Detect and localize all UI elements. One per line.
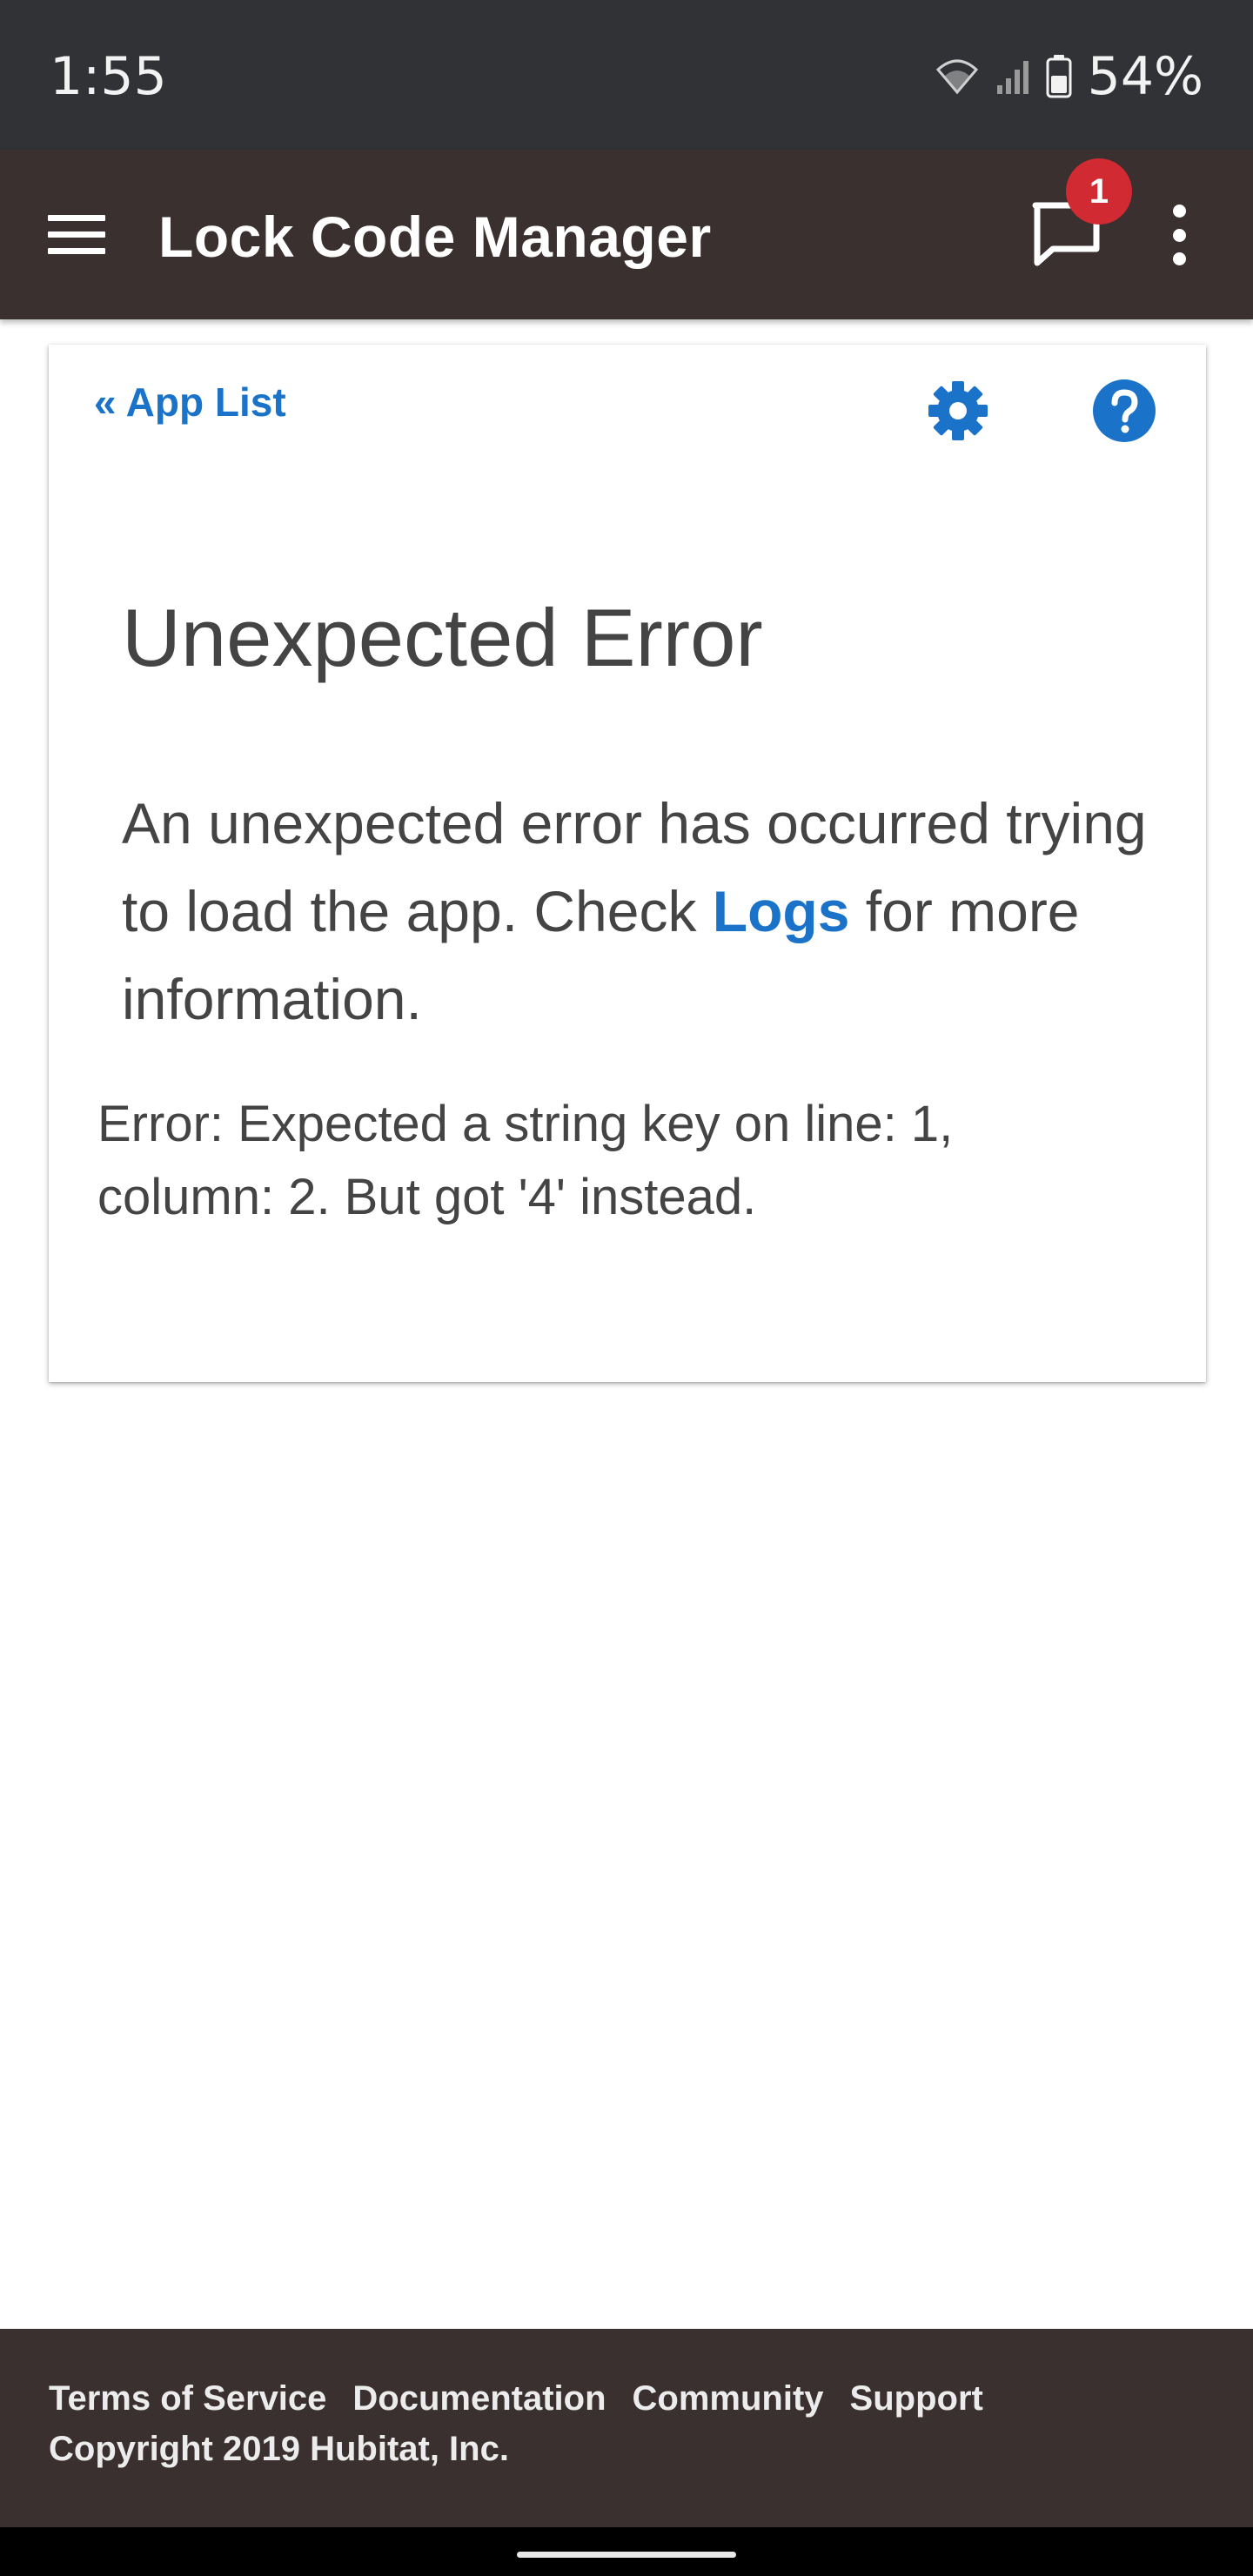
hamburger-menu-icon[interactable]: [48, 202, 117, 266]
footer-links: Terms of Service Documentation Community…: [49, 2378, 983, 2419]
battery-percent: 54%: [1087, 46, 1203, 107]
support-link[interactable]: Support: [850, 2378, 983, 2419]
terms-of-service-link[interactable]: Terms of Service: [49, 2378, 326, 2419]
more-vertical-icon[interactable]: [1157, 205, 1201, 265]
copyright-text: Copyright 2019 Hubitat, Inc.: [49, 2430, 509, 2468]
status-bar: 1:55 54%: [0, 0, 1253, 150]
status-indicators: 54%: [935, 45, 1203, 108]
app-title: Lock Code Manager: [158, 205, 712, 269]
home-indicator[interactable]: [517, 2552, 736, 2558]
notification-badge[interactable]: 1: [1066, 158, 1132, 225]
gear-icon[interactable]: [923, 376, 993, 446]
error-card: « App List Unexpected Error An unexpecte…: [49, 345, 1206, 1382]
app-screen: 1:55 54% Lock Code Manager 1 « App List …: [0, 0, 1253, 2576]
system-nav-bar: [0, 2527, 1253, 2576]
logs-link[interactable]: Logs: [713, 879, 850, 943]
app-bar: Lock Code Manager: [0, 150, 1253, 319]
community-link[interactable]: Community: [633, 2378, 824, 2419]
error-detail: Error: Expected a string key on line: 1,…: [97, 1096, 954, 1225]
footer: Terms of Service Documentation Community…: [0, 2329, 1253, 2527]
wifi-icon: [935, 59, 978, 95]
app-list-link[interactable]: « App List: [94, 378, 286, 426]
documentation-link[interactable]: Documentation: [352, 2378, 606, 2419]
error-message: An unexpected error has occurred trying …: [122, 780, 1166, 1043]
battery-icon: [1046, 55, 1072, 98]
status-time: 1:55: [50, 46, 167, 107]
help-circle-icon[interactable]: [1089, 376, 1159, 446]
cell-signal-icon: [996, 61, 1029, 94]
error-title: Unexpected Error: [122, 592, 763, 683]
